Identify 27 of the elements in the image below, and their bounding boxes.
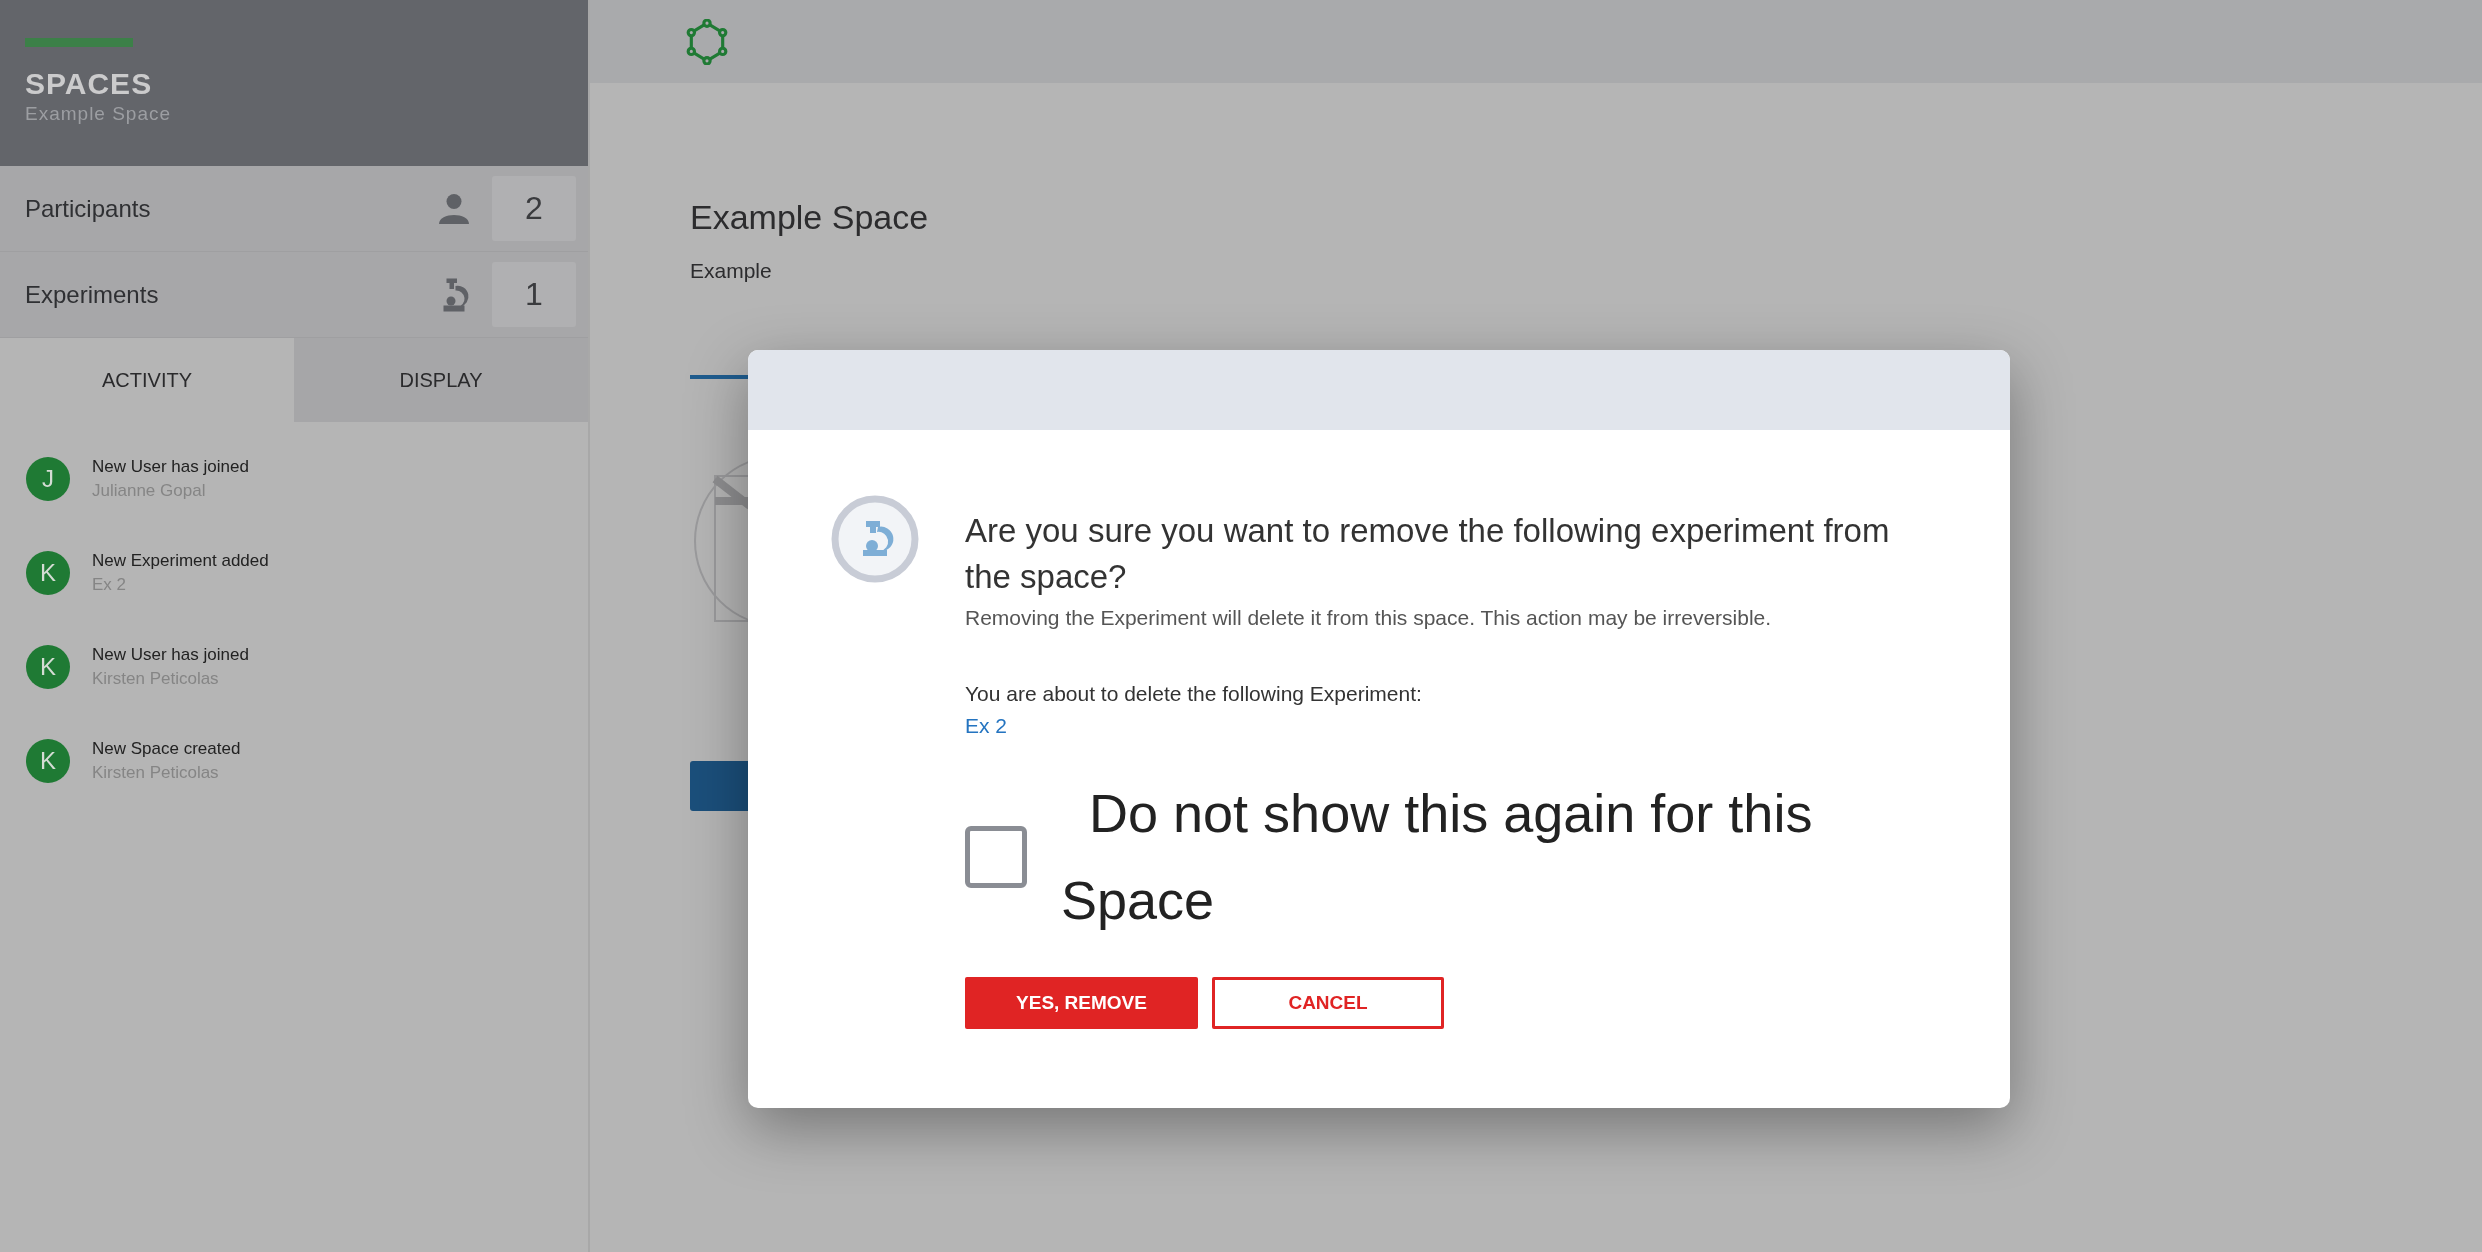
remove-button[interactable]: YES, REMOVE [965,977,1198,1030]
activity-title: New User has joined [92,457,249,477]
stat-label: Participants [25,194,152,223]
experiment-link[interactable]: Ex 2 [965,714,1008,739]
sidebar-tab[interactable]: DISPLAY [294,338,588,422]
activity-title: New Experiment added [92,551,269,571]
space-title: Example Space [690,198,930,237]
microscope-icon [830,494,920,584]
sidebar-title: SPACES [25,67,154,101]
space-description: Example [690,259,773,283]
avatar: K [26,551,70,595]
avatar: K [26,645,70,689]
checkbox-label: Do not show this again for this Space [1061,782,1814,932]
count-badge: 1 [492,262,576,327]
cancel-button[interactable]: CANCEL [1212,977,1444,1030]
checkbox[interactable] [965,825,1027,888]
avatar: K [26,739,70,783]
hexagon-logo-icon[interactable] [686,18,728,65]
dialog-question: Are you sure you want to remove the following experiment from the space? [965,511,1891,598]
sidebar-subtitle: Example Space [25,103,173,125]
dialog-warning: Removing the Experiment will delete it from this space. This action may be irreversible. [965,606,1773,631]
activity-title: New Space created [92,739,241,759]
count-badge: 2 [492,176,576,241]
avatar: J [26,457,70,501]
dialog-prompt: You are about to delete the following Experiment: [965,682,1423,707]
stat-label: Experiments [25,280,160,309]
activity-title: New User has joined [92,645,249,665]
